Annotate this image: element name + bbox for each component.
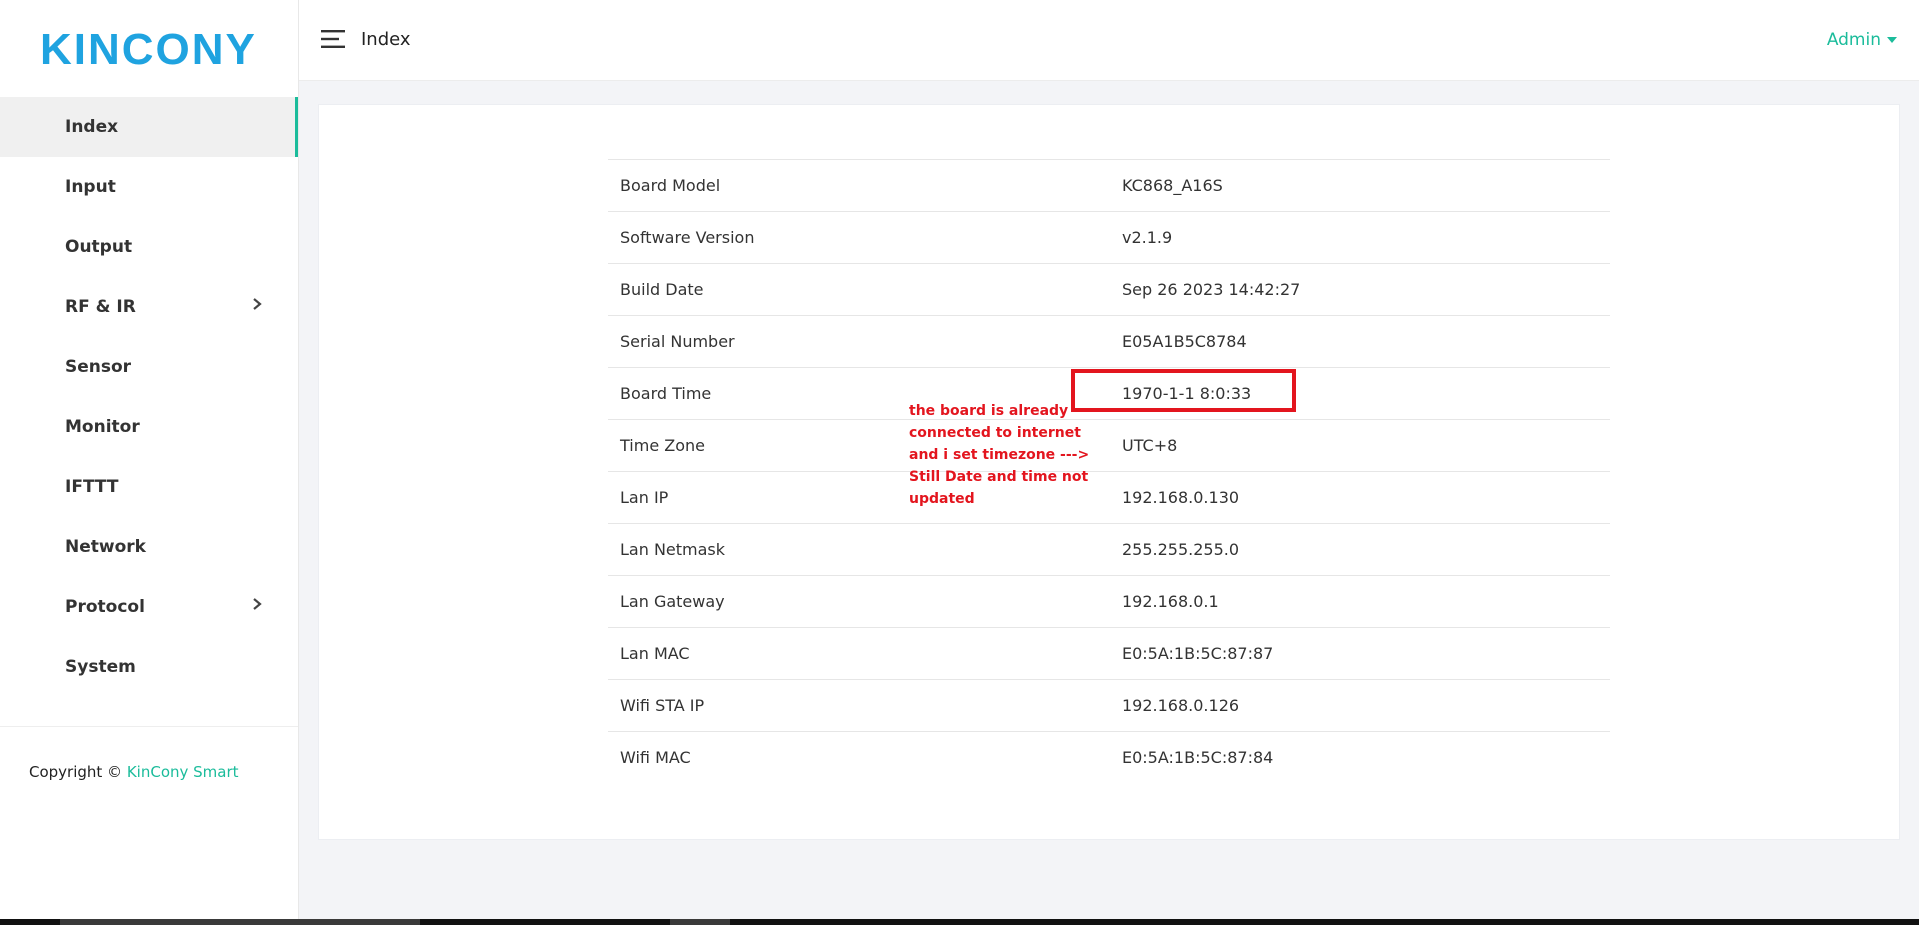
- copyright-brand-link[interactable]: KinCony Smart: [127, 763, 239, 781]
- kincony-logo[interactable]: KINCONY: [40, 24, 260, 74]
- table-row: Serial Number E05A1B5C8784: [608, 315, 1610, 368]
- info-key: Lan Gateway: [608, 575, 1110, 628]
- sidebar-item-monitor[interactable]: Monitor: [0, 397, 298, 457]
- table-row: Lan MAC E0:5A:1B:5C:87:87: [608, 627, 1610, 680]
- taskbar-segment: [60, 919, 420, 925]
- board-info-table: Board Model KC868_A16S Software Version …: [608, 159, 1610, 783]
- info-key: Lan Netmask: [608, 523, 1110, 576]
- sidebar-nav: Index Input Output RF & IR Sensor Monito…: [0, 97, 298, 697]
- table-row: Lan Gateway 192.168.0.1: [608, 575, 1610, 628]
- admin-user-menu[interactable]: Admin: [1827, 30, 1897, 50]
- sidebar-item-label: IFTTT: [65, 477, 119, 497]
- hamburger-menu-icon[interactable]: [321, 30, 345, 48]
- table-row: Board Model KC868_A16S: [608, 159, 1610, 212]
- chevron-right-icon: [253, 298, 262, 310]
- info-card: Board Model KC868_A16S Software Version …: [318, 104, 1900, 840]
- info-value: Sep 26 2023 14:42:27: [1110, 263, 1610, 316]
- info-value: UTC+8: [1110, 419, 1610, 472]
- table-row: Build Date Sep 26 2023 14:42:27: [608, 263, 1610, 316]
- sidebar-divider: [0, 726, 298, 727]
- table-row: Lan Netmask 255.255.255.0: [608, 523, 1610, 576]
- sidebar-item-label: Output: [65, 237, 133, 257]
- taskbar-segment: [670, 919, 730, 925]
- info-key: Board Model: [608, 159, 1110, 212]
- sidebar-item-label: Input: [65, 177, 116, 197]
- table-row: Wifi MAC E0:5A:1B:5C:87:84: [608, 732, 1610, 784]
- sidebar-item-label: Sensor: [65, 357, 132, 377]
- page-title: Index: [361, 29, 411, 50]
- admin-label: Admin: [1826, 30, 1881, 50]
- sidebar-item-label: Protocol: [65, 597, 145, 617]
- sidebar-item-rf-ir[interactable]: RF & IR: [0, 277, 298, 337]
- info-value: 192.168.0.130: [1110, 471, 1610, 524]
- taskbar: [0, 919, 1919, 925]
- table-row: Time Zone UTC+8: [608, 419, 1610, 472]
- sidebar-item-label: Network: [65, 537, 146, 557]
- sidebar-item-label: RF & IR: [65, 297, 136, 317]
- top-bar: Index Admin: [299, 0, 1919, 81]
- info-value: 192.168.0.1: [1110, 575, 1610, 628]
- sidebar-item-protocol[interactable]: Protocol: [0, 577, 298, 637]
- info-value: E0:5A:1B:5C:87:84: [1122, 748, 1274, 767]
- caret-down-icon: [1887, 37, 1897, 43]
- chevron-right-icon: [253, 598, 262, 610]
- sidebar-item-label: System: [65, 657, 136, 677]
- info-key: Serial Number: [608, 315, 1110, 368]
- info-value: KC868_A16S: [1110, 159, 1610, 212]
- logo-text: KINCONY: [40, 25, 257, 74]
- sidebar-item-input[interactable]: Input: [0, 157, 298, 217]
- sidebar-item-label: Index: [65, 117, 119, 137]
- info-key: Wifi STA IP: [608, 679, 1110, 732]
- info-value: v2.1.9: [1110, 211, 1610, 264]
- table-row: Software Version v2.1.9: [608, 211, 1610, 264]
- info-key: Software Version: [608, 211, 1110, 264]
- info-value: 255.255.255.0: [1110, 523, 1610, 576]
- sidebar-item-output[interactable]: Output: [0, 217, 298, 277]
- sidebar-item-sensor[interactable]: Sensor: [0, 337, 298, 397]
- table-row: Lan IP 192.168.0.130: [608, 471, 1610, 524]
- sidebar-item-ifttt[interactable]: IFTTT: [0, 457, 298, 517]
- info-value: E0:5A:1B:5C:87:87: [1110, 627, 1610, 680]
- sidebar: KINCONY Index Input Output RF & IR Senso…: [0, 0, 299, 925]
- sidebar-item-label: Monitor: [65, 417, 140, 437]
- info-key: Build Date: [608, 263, 1110, 316]
- sidebar-item-system[interactable]: System: [0, 637, 298, 697]
- info-key: Lan MAC: [608, 627, 1110, 680]
- info-value: 192.168.0.126: [1110, 679, 1610, 732]
- copyright: Copyright © KinCony Smart: [29, 763, 239, 781]
- table-row: Wifi STA IP 192.168.0.126: [608, 679, 1610, 732]
- info-key: Wifi MAC: [620, 748, 691, 767]
- sidebar-item-index[interactable]: Index: [0, 97, 298, 157]
- info-value: E05A1B5C8784: [1110, 315, 1610, 368]
- sidebar-item-network[interactable]: Network: [0, 517, 298, 577]
- annotation-note: the board is already connected to intern…: [909, 403, 1090, 507]
- copyright-prefix: Copyright ©: [29, 763, 123, 781]
